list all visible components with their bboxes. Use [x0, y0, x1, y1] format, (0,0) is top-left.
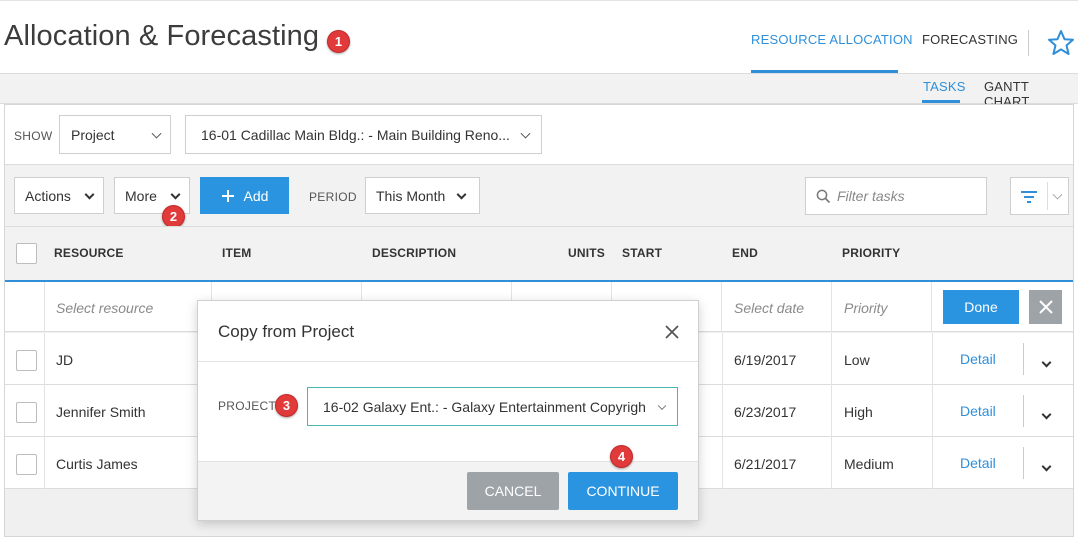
actions-label: Actions — [25, 187, 71, 204]
dialog-project-select[interactable]: 16-02 Galaxy Ent.: - Galaxy Entertainmen… — [307, 387, 678, 426]
chevron-down-icon — [151, 128, 162, 139]
priority-cell: Low — [844, 352, 870, 368]
period-label: PERIOD — [309, 190, 357, 204]
column-header-start[interactable]: START — [622, 246, 662, 260]
row-checkbox[interactable] — [16, 402, 37, 423]
chevron-down-icon — [1052, 189, 1063, 200]
row-checkbox[interactable] — [16, 350, 37, 371]
done-button[interactable]: Done — [943, 290, 1019, 324]
column-header-units[interactable]: UNITS — [568, 246, 605, 260]
chevron-down-icon — [657, 401, 667, 410]
row-checkbox[interactable] — [16, 454, 37, 475]
active-subtab-indicator — [922, 100, 960, 103]
column-header-end[interactable]: END — [732, 246, 758, 260]
dialog-project-value: 16-02 Galaxy Ent.: - Galaxy Entertainmen… — [323, 398, 646, 415]
filter-tasks-placeholder: Filter tasks — [837, 188, 905, 204]
detail-link[interactable]: Detail — [960, 455, 996, 471]
page-title: Allocation & Forecasting — [4, 20, 320, 52]
close-icon[interactable] — [663, 323, 681, 341]
search-icon — [816, 189, 831, 204]
close-icon — [1039, 300, 1053, 314]
priority-cell: Medium — [844, 456, 894, 472]
resource-cell: Jennifer Smith — [56, 404, 146, 420]
callout-badge-4: 4 — [610, 445, 633, 468]
row-action-divider — [1023, 395, 1024, 427]
chevron-down-icon — [456, 189, 467, 200]
continue-button[interactable]: CONTINUE — [568, 472, 678, 510]
plus-icon — [221, 189, 234, 202]
chevron-down-icon — [84, 189, 95, 200]
column-divider — [722, 333, 723, 489]
filter-menu-button[interactable] — [1010, 177, 1069, 215]
column-divider — [932, 333, 933, 489]
filter-tasks-input[interactable]: Filter tasks — [805, 177, 987, 215]
actions-button[interactable]: Actions — [14, 177, 104, 214]
star-icon[interactable] — [1046, 28, 1076, 58]
column-divider — [831, 333, 832, 489]
show-select[interactable]: Project — [59, 115, 171, 154]
tab-resource-allocation[interactable]: RESOURCE ALLOCATION — [751, 32, 913, 47]
chevron-down-icon — [520, 128, 531, 139]
edit-cell-checkbox — [5, 282, 45, 332]
more-label: More — [125, 187, 157, 204]
column-header-priority[interactable]: PRIORITY — [842, 246, 900, 260]
column-header-description[interactable]: DESCRIPTION — [372, 246, 456, 260]
project-select-value: 16-01 Cadillac Main Bldg.: - Main Buildi… — [201, 126, 510, 143]
period-select-value: This Month — [376, 187, 446, 204]
period-select[interactable]: This Month — [365, 177, 480, 214]
row-action-divider — [1023, 447, 1024, 479]
cancel-row-button[interactable] — [1029, 290, 1062, 324]
column-header-resource[interactable]: RESOURCE — [54, 246, 124, 260]
callout-badge-1: 1 — [327, 30, 350, 53]
select-all-checkbox[interactable] — [16, 243, 37, 264]
row-action-divider — [1023, 343, 1024, 375]
end-date-cell: 6/19/2017 — [734, 352, 797, 368]
project-field-label: PROJECT — [218, 399, 277, 413]
column-header-item[interactable]: ITEM — [222, 246, 251, 260]
filter-icon — [1021, 191, 1037, 203]
callout-badge-2: 2 — [162, 205, 185, 228]
resource-cell: Curtis James — [56, 456, 138, 472]
show-select-value: Project — [71, 126, 115, 143]
detail-link[interactable]: Detail — [960, 351, 996, 367]
detail-link[interactable]: Detail — [960, 403, 996, 419]
top-border — [0, 0, 1078, 4]
resource-cell: JD — [56, 352, 74, 368]
column-divider — [44, 333, 45, 489]
tab-tasks[interactable]: TASKS — [923, 79, 966, 94]
end-date-cell: 6/23/2017 — [734, 404, 797, 420]
project-select[interactable]: 16-01 Cadillac Main Bldg.: - Main Buildi… — [185, 115, 542, 154]
select-resource-input[interactable]: Select resource — [56, 300, 153, 316]
show-label: SHOW — [14, 129, 53, 143]
filter-button-divider — [1047, 182, 1048, 210]
add-button[interactable]: Add — [200, 177, 289, 214]
dialog-title: Copy from Project — [218, 322, 355, 341]
table-header — [5, 226, 1073, 280]
add-label: Add — [243, 187, 269, 204]
callout-badge-3: 3 — [275, 394, 298, 417]
priority-input[interactable]: Priority — [844, 300, 888, 316]
header-divider — [1028, 30, 1029, 56]
select-date-input[interactable]: Select date — [734, 300, 804, 316]
tab-forecasting[interactable]: FORECASTING — [922, 32, 1018, 47]
cancel-button[interactable]: CANCEL — [467, 472, 559, 510]
subnav-bar — [0, 73, 1078, 104]
chevron-down-icon — [170, 189, 181, 200]
priority-cell: High — [844, 404, 873, 420]
end-date-cell: 6/21/2017 — [734, 456, 797, 472]
